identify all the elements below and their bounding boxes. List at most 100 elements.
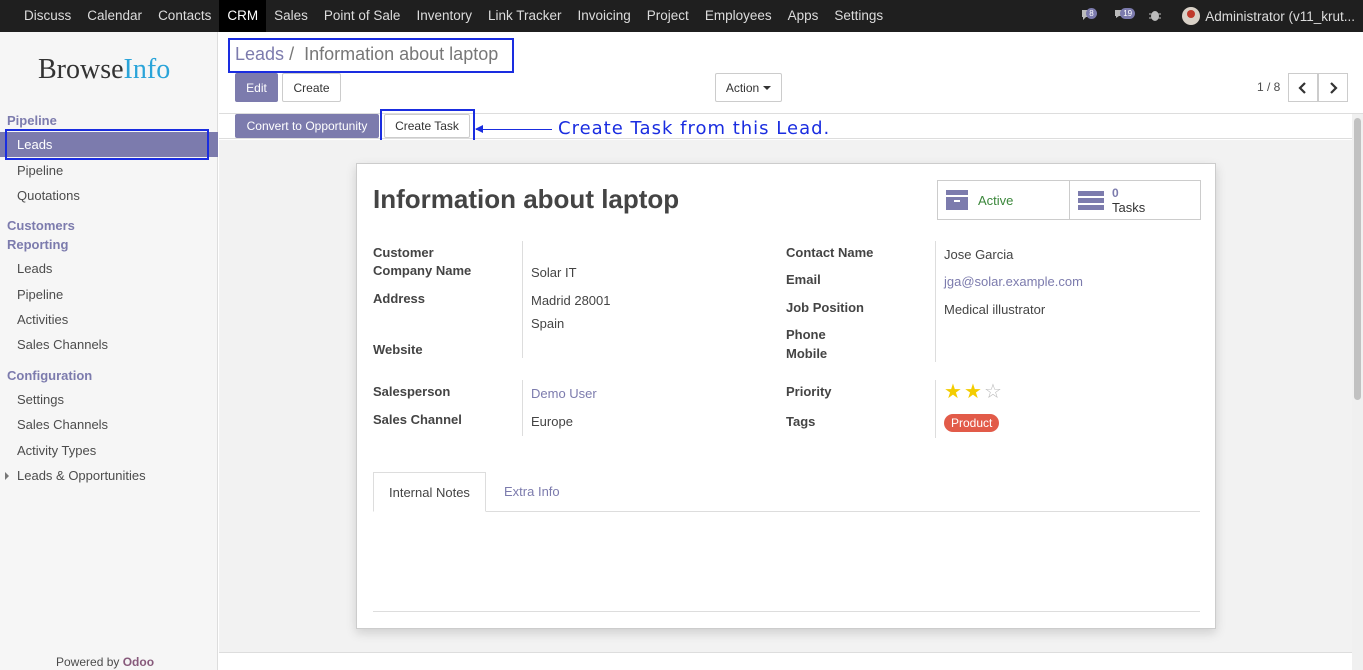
priority-label: Priority bbox=[786, 384, 832, 399]
tab-internal-notes[interactable]: Internal Notes bbox=[373, 472, 486, 512]
action-dropdown[interactable]: Action bbox=[715, 73, 782, 102]
highlight-sidebar-leads bbox=[5, 129, 209, 160]
chat-icon[interactable]: 8 bbox=[1080, 8, 1097, 24]
tasks-count: 0 bbox=[1112, 185, 1119, 200]
scrollbar[interactable] bbox=[1352, 114, 1363, 670]
convert-to-opportunity-button[interactable]: Convert to Opportunity bbox=[235, 114, 379, 138]
edit-button[interactable]: Edit bbox=[235, 73, 278, 102]
form-sheet: Information about laptop Active 0 Tasks … bbox=[356, 163, 1216, 629]
active-label: Active bbox=[978, 192, 1014, 208]
chevron-left-icon bbox=[1298, 81, 1306, 94]
sidebar-item-reporting-leads[interactable]: Leads bbox=[17, 261, 52, 276]
priority-star-3-icon[interactable]: ☆ bbox=[984, 382, 1002, 402]
sidebar-item-pipeline[interactable]: Pipeline bbox=[17, 163, 63, 178]
powered-by-text: Powered by bbox=[56, 655, 120, 669]
messages-badge: 19 bbox=[1120, 8, 1136, 19]
sidebar-section-reporting[interactable]: Reporting bbox=[7, 237, 68, 252]
sidebar-item-settings[interactable]: Settings bbox=[17, 392, 64, 407]
sidebar-item-reporting-sales-channels[interactable]: Sales Channels bbox=[17, 337, 108, 352]
address-label: Address bbox=[373, 291, 426, 306]
action-label: Action bbox=[725, 80, 760, 95]
tasks-label: Tasks bbox=[1112, 199, 1146, 215]
menu-discuss[interactable]: Discuss bbox=[16, 0, 79, 32]
menu-invoicing[interactable]: Invoicing bbox=[570, 0, 639, 32]
contact-name-value: Jose Garcia bbox=[944, 247, 1014, 262]
sidebar-item-quotations[interactable]: Quotations bbox=[17, 188, 80, 203]
sidebar: BrowseInfo Pipeline Leads Pipeline Quota… bbox=[0, 32, 218, 670]
annotation-arrow bbox=[475, 125, 552, 133]
app-menu: Discuss Calendar Contacts CRM Sales Poin… bbox=[16, 0, 891, 32]
avatar[interactable] bbox=[1182, 7, 1201, 25]
internal-notes-field[interactable] bbox=[373, 611, 1200, 612]
chevron-right-icon bbox=[1330, 81, 1338, 94]
salesperson-link[interactable]: Demo User bbox=[531, 386, 597, 401]
menu-link-tracker[interactable]: Link Tracker bbox=[480, 0, 570, 32]
tag-badge[interactable]: Product bbox=[944, 414, 1000, 432]
job-position-value: Medical illustrator bbox=[944, 302, 1046, 317]
company-name-label: Company Name bbox=[373, 263, 472, 278]
lead-title: Information about laptop bbox=[373, 184, 680, 214]
notebook-tabs: Internal Notes Extra Info bbox=[373, 472, 1200, 512]
menu-apps[interactable]: Apps bbox=[780, 0, 827, 32]
sidebar-item-leads-opportunities[interactable]: Leads & Opportunities bbox=[17, 468, 146, 483]
pager-previous[interactable] bbox=[1288, 73, 1318, 102]
top-navbar: Discuss Calendar Contacts CRM Sales Poin… bbox=[0, 0, 1363, 32]
chatter-area bbox=[219, 652, 1352, 670]
salesperson-label: Salesperson bbox=[373, 384, 451, 399]
left-group-divider bbox=[522, 241, 523, 358]
archive-icon bbox=[946, 190, 968, 210]
sidebar-item-activity-types[interactable]: Activity Types bbox=[17, 443, 96, 458]
user-menu[interactable]: Administrator (v11_krut... bbox=[1205, 9, 1355, 24]
debug-icon bbox=[1149, 11, 1162, 21]
sidebar-section-configuration[interactable]: Configuration bbox=[7, 368, 92, 383]
right-group2-divider bbox=[935, 380, 936, 438]
menu-inventory[interactable]: Inventory bbox=[408, 0, 480, 32]
menu-employees[interactable]: Employees bbox=[697, 0, 780, 32]
scrollbar-thumb[interactable] bbox=[1354, 118, 1361, 400]
messages-icon[interactable]: 19 bbox=[1114, 8, 1136, 24]
priority-star-1-icon[interactable]: ★ bbox=[944, 382, 962, 402]
sidebar-section-customers[interactable]: Customers bbox=[7, 218, 75, 233]
job-position-label: Job Position bbox=[786, 300, 864, 315]
caret-down-icon bbox=[763, 85, 772, 90]
caret-right-icon[interactable] bbox=[5, 472, 9, 480]
left-group2-divider bbox=[522, 380, 523, 436]
menu-settings[interactable]: Settings bbox=[826, 0, 891, 32]
mobile-label: Mobile bbox=[786, 346, 828, 361]
highlight-breadcrumb bbox=[228, 38, 514, 73]
right-group-divider bbox=[935, 241, 936, 362]
active-toggle-button[interactable]: Active bbox=[938, 181, 1069, 219]
logo-text-dark: Browse bbox=[38, 54, 124, 85]
sidebar-item-reporting-pipeline[interactable]: Pipeline bbox=[17, 287, 63, 302]
annotation-text: Create Task from this Lead. bbox=[558, 118, 831, 139]
chat-badge: 8 bbox=[1086, 8, 1097, 19]
create-button[interactable]: Create bbox=[282, 73, 341, 102]
website-label: Website bbox=[373, 342, 423, 357]
tab-extra-info[interactable]: Extra Info bbox=[489, 472, 575, 512]
tasks-button[interactable]: 0 Tasks bbox=[1069, 181, 1200, 219]
sidebar-item-activities[interactable]: Activities bbox=[17, 312, 68, 327]
menu-contacts[interactable]: Contacts bbox=[150, 0, 219, 32]
sidebar-section-pipeline[interactable]: Pipeline bbox=[7, 113, 57, 128]
bug-icon[interactable] bbox=[1148, 8, 1164, 24]
company-name-value: Solar IT bbox=[531, 265, 577, 280]
menu-project[interactable]: Project bbox=[639, 0, 697, 32]
menu-calendar[interactable]: Calendar bbox=[79, 0, 150, 32]
highlight-create-task bbox=[380, 109, 475, 142]
contact-name-label: Contact Name bbox=[786, 245, 874, 260]
priority-star-2-icon[interactable]: ★ bbox=[964, 382, 982, 402]
email-label: Email bbox=[786, 272, 821, 287]
tasks-icon bbox=[1078, 189, 1104, 211]
email-link[interactable]: jga@solar.example.com bbox=[944, 274, 1083, 289]
odoo-link[interactable]: Odoo bbox=[123, 655, 154, 669]
sidebar-item-config-sales-channels[interactable]: Sales Channels bbox=[17, 417, 108, 432]
systray: 8 19 Administrator (v11_krut... bbox=[1080, 0, 1363, 32]
tags-label: Tags bbox=[786, 414, 816, 429]
menu-crm[interactable]: CRM bbox=[219, 0, 267, 32]
pager-next[interactable] bbox=[1318, 73, 1348, 102]
menu-sales[interactable]: Sales bbox=[266, 0, 316, 32]
pager-value[interactable]: 1 / 8 bbox=[1257, 80, 1280, 94]
sales-channel-label: Sales Channel bbox=[373, 412, 462, 427]
menu-point-of-sale[interactable]: Point of Sale bbox=[316, 0, 409, 32]
address-line1: Madrid 28001 bbox=[531, 293, 611, 308]
